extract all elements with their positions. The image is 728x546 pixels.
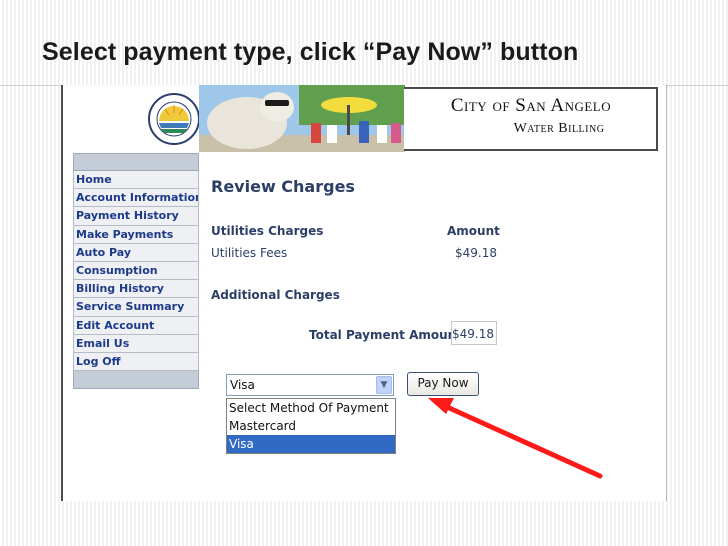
red-arrow-icon	[428, 398, 603, 479]
